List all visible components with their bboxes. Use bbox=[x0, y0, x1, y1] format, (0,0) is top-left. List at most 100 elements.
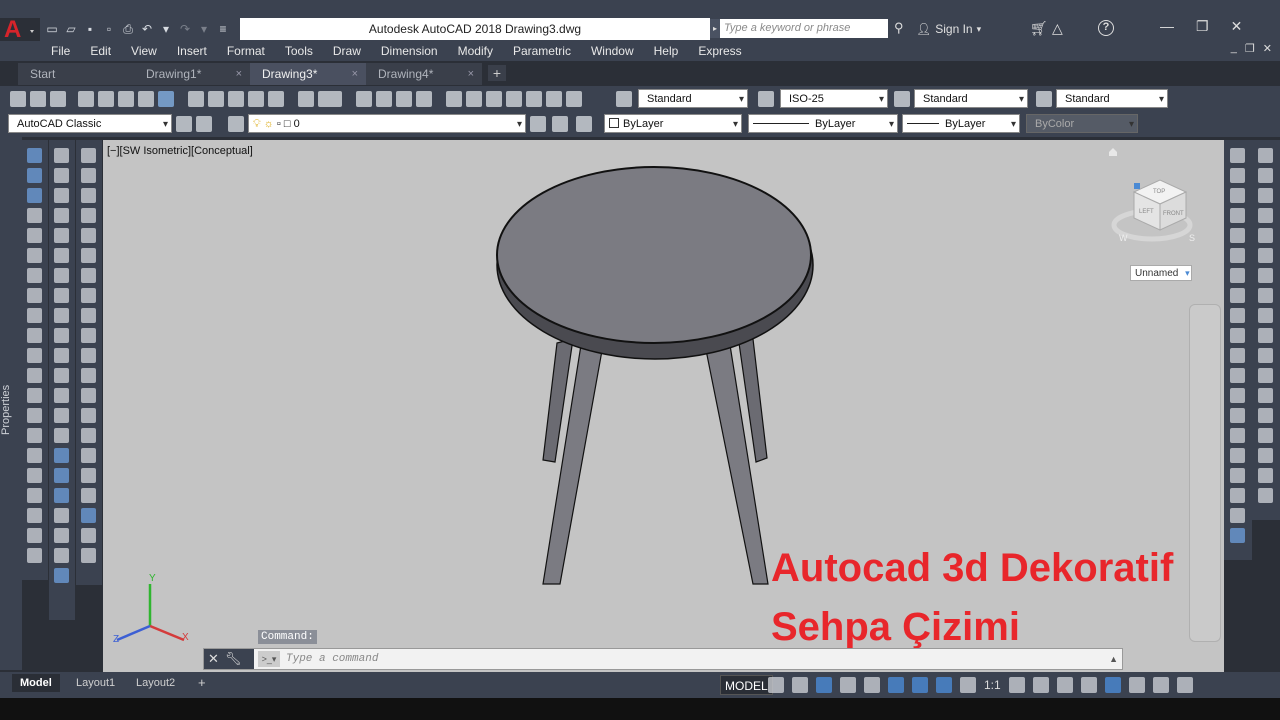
shaded-icon[interactable] bbox=[81, 248, 96, 263]
isodraft-icon[interactable] bbox=[864, 677, 880, 693]
mtext-icon[interactable] bbox=[1230, 508, 1245, 523]
chamfer-icon[interactable] bbox=[1258, 428, 1273, 443]
layer-previous-icon[interactable] bbox=[552, 116, 568, 132]
menu-help[interactable]: Help bbox=[654, 44, 679, 58]
minimize-icon[interactable]: — bbox=[1160, 18, 1174, 35]
zoom-previous-icon[interactable] bbox=[416, 91, 432, 107]
extend-icon[interactable] bbox=[1258, 348, 1273, 363]
break-at-point-icon[interactable] bbox=[1258, 368, 1273, 383]
drawing-viewport[interactable]: [−][SW Isometric][Conceptual] Y X Z TOP … bbox=[103, 140, 1224, 672]
union-icon[interactable] bbox=[27, 148, 42, 163]
polygon-icon[interactable] bbox=[1230, 208, 1245, 223]
table-icon[interactable] bbox=[1230, 488, 1245, 503]
rectangle-icon[interactable] bbox=[1230, 228, 1245, 243]
taper-faces-icon[interactable] bbox=[27, 308, 42, 323]
layer-states-icon[interactable] bbox=[576, 116, 592, 132]
shaded-edges-icon[interactable] bbox=[81, 268, 96, 283]
redo-icon[interactable]: ↷ bbox=[177, 21, 193, 37]
region-icon[interactable] bbox=[1230, 468, 1245, 483]
auto-scale-icon[interactable] bbox=[960, 677, 976, 693]
menu-format[interactable]: Format bbox=[227, 44, 265, 58]
ellipse-icon[interactable] bbox=[1230, 328, 1245, 343]
point-icon[interactable] bbox=[1230, 408, 1245, 423]
table-style-select[interactable]: Standard bbox=[914, 89, 1028, 109]
extrude-icon[interactable] bbox=[54, 348, 69, 363]
binoculars-icon[interactable]: ⚲ bbox=[894, 20, 904, 36]
circle-icon[interactable] bbox=[1230, 268, 1245, 283]
mleader-style-select[interactable]: Standard bbox=[1056, 89, 1168, 109]
workspace-select[interactable]: AutoCAD Classic bbox=[8, 114, 172, 134]
menu-file[interactable]: File bbox=[51, 44, 70, 58]
break-icon[interactable] bbox=[1258, 388, 1273, 403]
line-icon[interactable] bbox=[1230, 148, 1245, 163]
copy-object-icon[interactable] bbox=[1258, 168, 1273, 183]
save-as-icon[interactable]: ▫ bbox=[101, 21, 117, 37]
move-icon[interactable] bbox=[1258, 248, 1273, 263]
layer-select[interactable]: 💡︎ ☼ ▫ □ 0 bbox=[248, 114, 526, 134]
lights-icon[interactable] bbox=[81, 368, 96, 383]
web-icon[interactable] bbox=[158, 91, 174, 107]
move-faces-icon[interactable] bbox=[27, 228, 42, 243]
markup-icon[interactable] bbox=[526, 91, 542, 107]
menu-tools[interactable]: Tools bbox=[285, 44, 313, 58]
color-select[interactable]: ByLayer bbox=[604, 114, 742, 134]
intersect-icon[interactable] bbox=[54, 488, 69, 503]
sweep-icon[interactable] bbox=[54, 388, 69, 403]
walk-icon[interactable] bbox=[81, 428, 96, 443]
close-icon[interactable]: ✕ bbox=[1231, 18, 1243, 35]
offset-icon[interactable] bbox=[1258, 208, 1273, 223]
menu-insert[interactable]: Insert bbox=[177, 44, 207, 58]
snap-icon[interactable] bbox=[792, 677, 808, 693]
viewcube-home-corner[interactable] bbox=[1134, 183, 1140, 189]
tab-drawing3[interactable]: Drawing3* × bbox=[250, 63, 366, 85]
viewcube[interactable]: TOP LEFT FRONT W S bbox=[1111, 179, 1195, 243]
pyramid-icon[interactable] bbox=[54, 288, 69, 303]
clean-screen-icon[interactable] bbox=[1104, 677, 1121, 693]
annotation-scale[interactable]: 1:1 bbox=[984, 678, 1001, 692]
construction-line-icon[interactable] bbox=[1230, 168, 1245, 183]
tab-start[interactable]: Start bbox=[18, 63, 134, 85]
explode-icon[interactable] bbox=[1258, 488, 1273, 503]
imprint-icon[interactable] bbox=[27, 408, 42, 423]
press-pull-icon[interactable] bbox=[27, 528, 42, 543]
union-icon[interactable] bbox=[54, 448, 69, 463]
join-icon[interactable] bbox=[1258, 408, 1273, 423]
fillet-icon[interactable] bbox=[1258, 448, 1273, 463]
intersect-icon[interactable] bbox=[27, 188, 42, 203]
environment-icon[interactable] bbox=[81, 528, 96, 543]
sphere-material-icon[interactable] bbox=[81, 468, 96, 483]
gradient-icon[interactable] bbox=[1230, 448, 1245, 463]
add-selected-icon[interactable] bbox=[1230, 528, 1245, 543]
add-layout-button[interactable]: + bbox=[190, 674, 214, 692]
home-icon[interactable] bbox=[1109, 148, 1117, 156]
menu-express[interactable]: Express bbox=[698, 44, 741, 58]
menu-view[interactable]: View bbox=[131, 44, 157, 58]
sign-in-button[interactable]: 👤︎ Sign In ▾ bbox=[916, 20, 981, 38]
help-icon[interactable] bbox=[566, 91, 582, 107]
polar-icon[interactable] bbox=[840, 677, 856, 693]
insert-block-icon[interactable] bbox=[1230, 368, 1245, 383]
compass-west-label[interactable]: W bbox=[1119, 233, 1128, 243]
3d-wireframe-icon[interactable] bbox=[81, 168, 96, 183]
help-icon[interactable]: ? bbox=[1098, 20, 1114, 36]
command-input[interactable]: Type a command bbox=[286, 649, 378, 669]
plotstyle-select[interactable]: ByColor bbox=[1026, 114, 1138, 134]
object-snap-tracking-icon[interactable] bbox=[888, 677, 904, 693]
command-close-icon[interactable]: ✕ bbox=[208, 651, 219, 667]
table-3d-model[interactable]: Y X Z TOP LEFT FRONT W S bbox=[103, 140, 1224, 672]
tab-layout2[interactable]: Layout2 bbox=[128, 674, 183, 692]
command-history-expand-icon[interactable]: ▲ bbox=[1109, 649, 1118, 669]
lineweight-select[interactable]: ByLayer bbox=[902, 114, 1020, 134]
grid-icon[interactable] bbox=[768, 677, 784, 693]
render-icon[interactable] bbox=[81, 348, 96, 363]
camera-icon[interactable] bbox=[81, 408, 96, 423]
render-window-icon[interactable] bbox=[81, 548, 96, 563]
layer-manager-icon[interactable] bbox=[228, 116, 244, 132]
revision-cloud-icon[interactable] bbox=[1230, 288, 1245, 303]
exchange-icon[interactable]: △ bbox=[1052, 20, 1063, 37]
menu-modify[interactable]: Modify bbox=[458, 44, 493, 58]
clean-icon[interactable] bbox=[27, 428, 42, 443]
plus-icon[interactable] bbox=[1032, 677, 1049, 693]
make-layer-current-icon[interactable] bbox=[530, 116, 546, 132]
scale-icon[interactable] bbox=[1258, 288, 1273, 303]
